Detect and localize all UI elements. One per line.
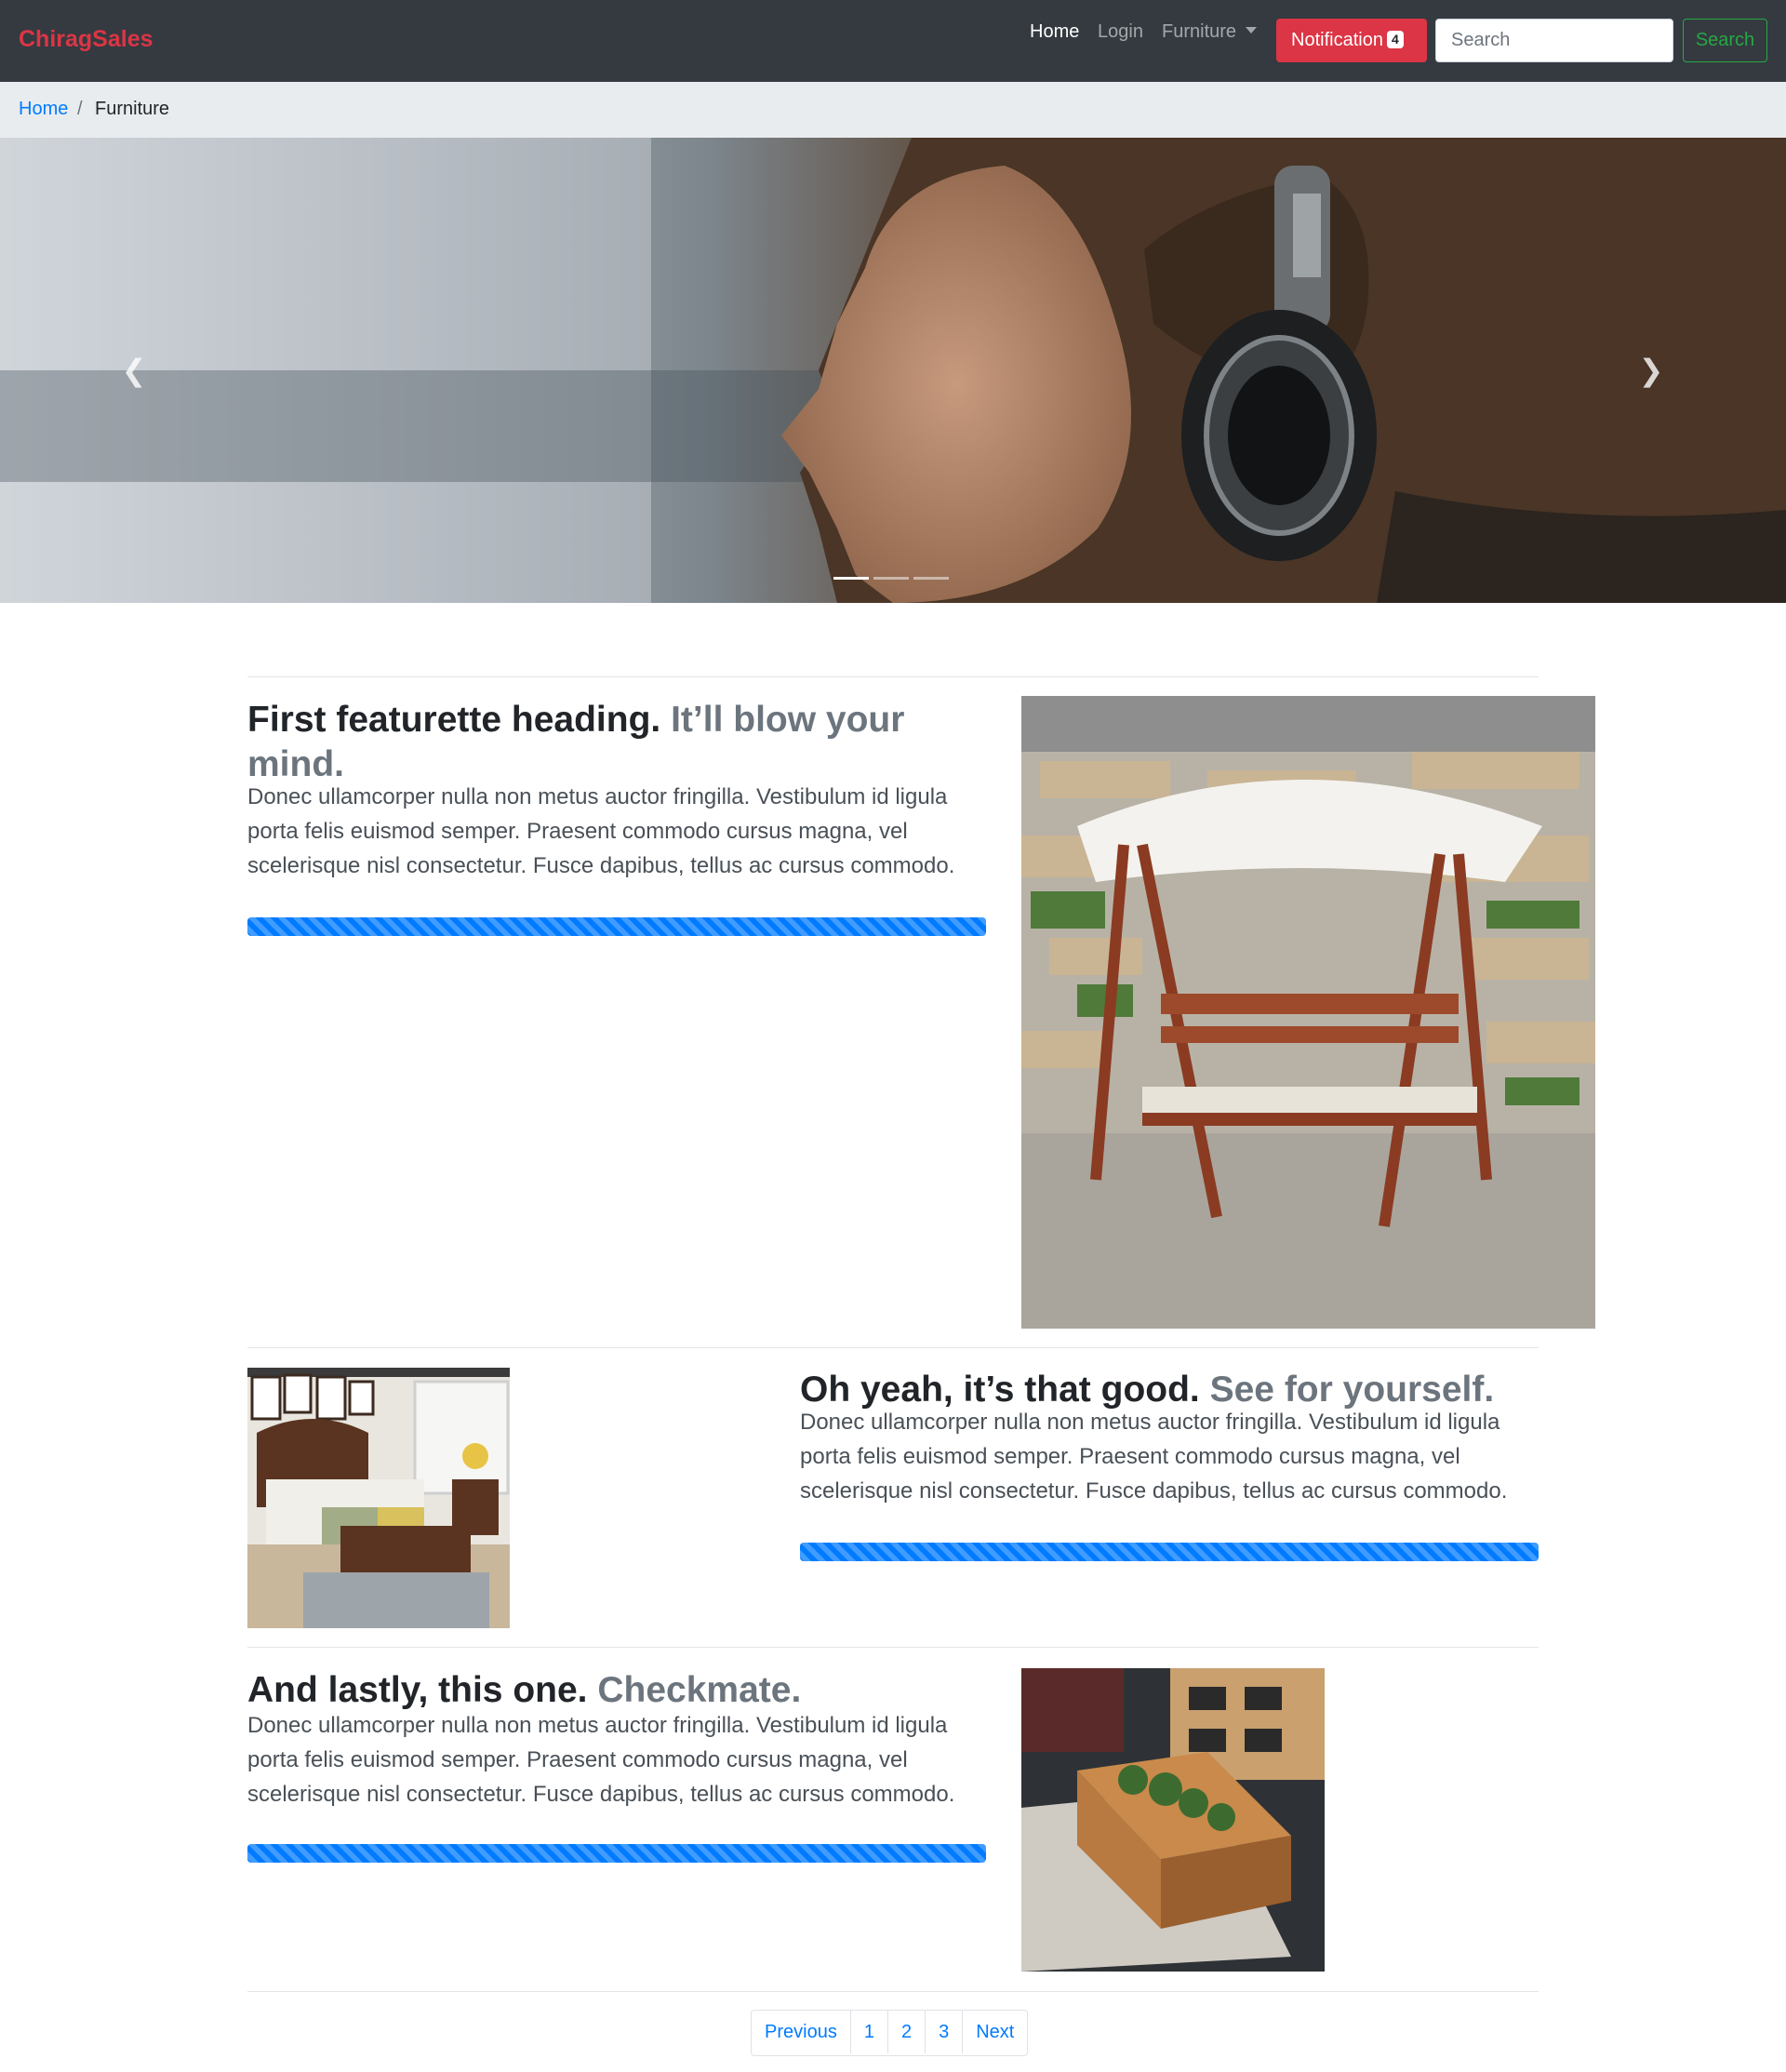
swing-chair-illustration	[1021, 696, 1595, 1329]
pagination-previous[interactable]: Previous	[752, 2011, 850, 2053]
featurette-heading-muted: See for yourself.	[1209, 1370, 1495, 1410]
carousel-indicator-1[interactable]	[833, 577, 869, 580]
featurette-text: Donec ullamcorper nulla non metus auctor…	[247, 784, 955, 878]
search-button[interactable]: Search	[1683, 19, 1767, 62]
featurette-image-bedroom	[247, 1368, 510, 1628]
chevron-right-icon: ❯	[1638, 354, 1664, 387]
nav-link-home[interactable]: Home	[1030, 21, 1079, 43]
featurette-image-pallet-table	[1021, 1668, 1325, 1972]
bedroom-illustration	[247, 1368, 510, 1628]
pagination-page-1[interactable]: 1	[849, 2011, 887, 2053]
pagination-page-2[interactable]: 2	[886, 2011, 925, 2053]
hero-image-man-headphones	[0, 138, 1786, 603]
notification-label: Notification	[1291, 30, 1383, 50]
caret-down-icon	[1246, 27, 1258, 33]
carousel-indicator-2[interactable]	[873, 577, 909, 580]
hero-carousel: ❮ ❯	[0, 138, 1786, 603]
breadcrumb: Home / Furniture	[0, 82, 1786, 138]
featurette-divider	[247, 676, 1539, 677]
pagination-next[interactable]: Next	[962, 2011, 1027, 2053]
progress-bar-fill	[247, 917, 986, 936]
notification-button[interactable]: Notification 4	[1276, 19, 1427, 62]
featurette-heading-muted: Checkmate.	[597, 1670, 802, 1710]
breadcrumb-current: Furniture	[95, 99, 170, 119]
progress-bar-fill	[800, 1543, 1539, 1561]
carousel-indicators	[833, 568, 953, 584]
featurette-heading-main: And lastly, this one.	[247, 1670, 588, 1710]
breadcrumb-separator: /	[77, 99, 83, 119]
featurette-heading: And lastly, this one. Checkmate.	[247, 1668, 992, 1713]
nav-link-login[interactable]: Login	[1098, 21, 1143, 43]
progress-bar-track	[800, 1543, 1539, 1561]
carousel-prev-button[interactable]: ❮	[118, 352, 150, 389]
progress-bar-track	[247, 1844, 986, 1863]
featurette-heading: First featurette heading. It’ll blow you…	[247, 698, 973, 787]
pagination-page-3[interactable]: 3	[925, 2011, 962, 2053]
breadcrumb-home-link[interactable]: Home	[19, 99, 68, 120]
featurette-text: Donec ullamcorper nulla non metus auctor…	[800, 1410, 1508, 1504]
featurette-heading-main: Oh yeah, it’s that good.	[800, 1370, 1200, 1410]
carousel-indicator-3[interactable]	[913, 577, 949, 580]
carousel-next-button[interactable]: ❯	[1635, 352, 1667, 389]
pagination: Previous 1 2 3 Next	[751, 2010, 1029, 2056]
notification-count-badge: 4	[1386, 31, 1404, 48]
progress-bar-fill	[247, 1844, 986, 1863]
featurette-divider	[247, 1647, 1539, 1648]
nav-dropdown-furniture[interactable]: Furniture	[1162, 21, 1258, 43]
featurette-text: Donec ullamcorper nulla non metus auctor…	[247, 1713, 955, 1807]
search-input[interactable]	[1435, 19, 1673, 62]
nav-dropdown-label: Furniture	[1162, 21, 1237, 42]
featurette-heading-main: First featurette heading.	[247, 700, 661, 740]
pallet-table-illustration	[1021, 1668, 1325, 1972]
chevron-left-icon: ❮	[121, 354, 147, 387]
featurette-image-swing-chair	[1021, 696, 1595, 1329]
progress-bar-track	[247, 917, 986, 936]
navbar: ChiragSales Home Login Furniture Notific…	[0, 0, 1786, 82]
brand-logo[interactable]: ChiragSales	[19, 26, 153, 53]
featurette-divider	[247, 1347, 1539, 1348]
featurette-divider	[247, 1991, 1539, 1992]
